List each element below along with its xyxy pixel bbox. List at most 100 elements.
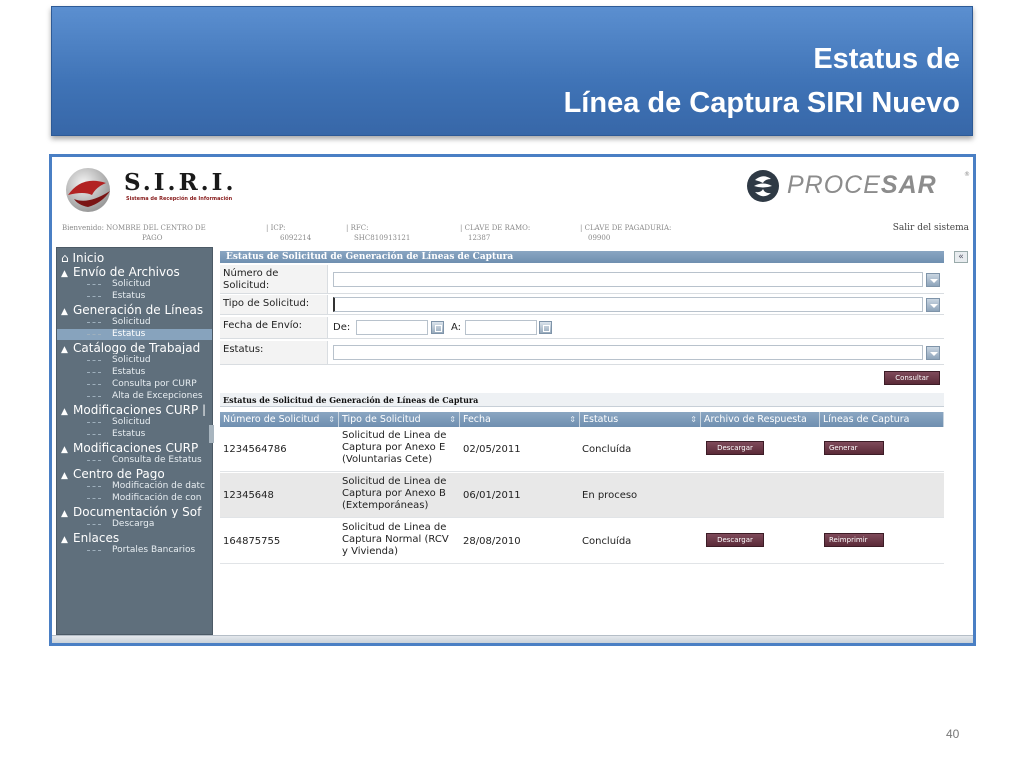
sidebar-scrollbar[interactable]	[209, 425, 214, 443]
calendar-de-icon[interactable]	[431, 321, 444, 334]
tipo-solicitud-row: Tipo de Solicitud:	[220, 295, 944, 315]
tipo-solicitud-dropdown-icon[interactable]	[926, 298, 940, 312]
column-header[interactable]: Fecha ⇕	[460, 412, 580, 427]
sidebar-subitem[interactable]: Solicitud	[57, 279, 212, 290]
welcome-value-line2: PAGO	[142, 234, 163, 242]
expand-triangle-icon: ▲	[61, 509, 68, 518]
search-panel-title: Estatus de Solicitud de Generación de Lí…	[220, 251, 944, 263]
descargar-button[interactable]: Descargar	[706, 533, 764, 547]
sidebar-subitem[interactable]: Modificación de con	[57, 493, 212, 504]
estatus-label: Estatus:	[220, 341, 328, 364]
descargar-button[interactable]: Descargar	[706, 441, 764, 455]
sort-icon[interactable]: ⇕	[690, 412, 697, 427]
sidebar-section[interactable]: ▲ Enlaces	[57, 531, 212, 544]
sidebar-section-label: Enlaces	[73, 531, 120, 544]
sidebar-section-label: Envío de Archivos	[73, 265, 180, 278]
sort-icon[interactable]: ⇕	[328, 412, 335, 427]
welcome-value: NOMBRE DEL CENTRO DE	[106, 224, 206, 232]
sidebar-section[interactable]: ▲ Envío de Archivos	[57, 265, 212, 278]
sidebar-subitem-label: Solicitud	[112, 417, 151, 427]
generar-button[interactable]: Generar	[824, 441, 884, 455]
tree-connector-icon	[87, 360, 101, 361]
tree-connector-icon	[87, 396, 101, 397]
cell-estatus: En proceso	[582, 490, 638, 501]
column-header[interactable]: Archivo de Respuesta	[701, 412, 820, 427]
sidebar-subitem-label: Modificación de datc	[112, 481, 205, 491]
tree-connector-icon	[87, 284, 101, 285]
cell-fecha: 28/08/2010	[463, 536, 521, 547]
tree-connector-icon	[87, 422, 101, 423]
numero-solicitud-row: Número de Solicitud:	[220, 265, 944, 294]
estatus-dropdown-icon[interactable]	[926, 346, 940, 360]
collapse-panel-icon[interactable]: «	[954, 251, 968, 263]
sidebar-section[interactable]: ▲ Documentación y Sof	[57, 505, 212, 518]
tipo-solicitud-input[interactable]	[333, 297, 923, 312]
sidebar-subitem[interactable]: Portales Bancarios	[57, 545, 212, 556]
sidebar-section[interactable]: ▲ Centro de Pago	[57, 467, 212, 480]
fecha-a-input[interactable]	[465, 320, 537, 335]
calendar-a-icon[interactable]	[539, 321, 552, 334]
numero-solicitud-dropdown-icon[interactable]	[926, 273, 940, 287]
sidebar-section-label: Catálogo de Trabajad	[73, 341, 201, 354]
numero-solicitud-input[interactable]	[333, 272, 923, 287]
sidebar-subitem[interactable]: Estatus	[57, 367, 212, 378]
cell-tipo-line3: y Vivienda)	[342, 546, 399, 557]
column-header[interactable]: Número de Solicitud ⇕	[220, 412, 339, 427]
cell-estatus: Concluída	[582, 536, 632, 547]
sidebar-subitem-label: Consulta por CURP	[112, 379, 197, 389]
column-header-label: Líneas de Captura	[823, 414, 910, 425]
column-header-label: Fecha	[463, 414, 491, 425]
numero-solicitud-label: Número de Solicitud:	[220, 265, 328, 293]
logout-link[interactable]: Salir del sistema	[893, 223, 969, 233]
sidebar-section[interactable]: ▲ Modificaciones CURP	[57, 441, 212, 454]
cell-numero: 1234564786	[223, 444, 287, 455]
reimprimir-button[interactable]: Reimprimir	[824, 533, 884, 547]
cell-tipo-line1: Solicitud de Linea de	[342, 522, 447, 533]
icp-info: | ICP: 6092214	[266, 224, 312, 242]
tree-connector-icon	[87, 334, 101, 335]
sidebar-subitem-label: Consulta de Estatus	[112, 455, 202, 465]
sidebar-subitem[interactable]: Consulta de Estatus	[57, 455, 212, 466]
expand-triangle-icon: ▲	[61, 407, 68, 416]
cell-tipo-line2: Captura Normal (RCV	[342, 534, 449, 545]
rfc-value: SHC810913121	[354, 234, 411, 242]
consultar-button[interactable]: Consultar	[884, 371, 940, 385]
sidebar-subitem-label: Solicitud	[112, 355, 151, 365]
sidebar-subitem[interactable]: Estatus	[57, 291, 212, 302]
expand-triangle-icon: ▲	[61, 269, 68, 278]
tree-connector-icon	[87, 384, 101, 385]
sidebar-subitem[interactable]: Consulta por CURP	[57, 379, 212, 390]
fecha-de-input[interactable]	[356, 320, 428, 335]
sort-icon[interactable]: ⇕	[449, 412, 456, 427]
sort-icon[interactable]: ⇕	[569, 412, 576, 427]
column-header-label: Archivo de Respuesta	[704, 414, 807, 425]
sidebar-subitem-label: Modificación de con	[112, 493, 202, 503]
estatus-input[interactable]	[333, 345, 923, 360]
column-header[interactable]: Estatus ⇕	[580, 412, 701, 427]
sidebar-subitem[interactable]: Solicitud	[57, 317, 212, 328]
tree-connector-icon	[87, 550, 101, 551]
sidebar-subitem[interactable]: Modificación de datc	[57, 481, 212, 492]
sidebar-item-inicio[interactable]: ⌂ Inicio	[57, 251, 212, 265]
column-header[interactable]: Tipo de Solicitud ⇕	[339, 412, 460, 427]
sidebar-section[interactable]: ▲ Modificaciones CURP |	[57, 403, 212, 416]
welcome-label: Bienvenido:	[62, 224, 104, 232]
sidebar-subitem[interactable]: Descarga	[57, 519, 212, 530]
cell-tipo-line1: Solicitud de Linea de	[342, 430, 447, 441]
results-title: Estatus de Solicitud de Generación de Lí…	[220, 393, 944, 407]
sidebar-item-label: Inicio	[72, 251, 105, 265]
sidebar-subitem[interactable]: Alta de Excepciones	[57, 391, 212, 402]
sidebar-subitem[interactable]: Estatus	[57, 429, 212, 440]
sidebar-subitem[interactable]: Solicitud	[57, 417, 212, 428]
cell-tipo-line2: Captura por Anexo E	[342, 442, 446, 453]
sidebar-section[interactable]: ▲ Catálogo de Trabajad	[57, 341, 212, 354]
sidebar-subitem[interactable]: Estatus	[57, 329, 212, 340]
cell-tipo-line2: Captura por Anexo B	[342, 488, 446, 499]
tree-connector-icon	[87, 460, 101, 461]
results-header: Número de Solicitud ⇕ Tipo de Solicitud ⇕ Fe…	[220, 412, 944, 427]
column-header[interactable]: Líneas de Captura	[820, 412, 944, 427]
sidebar-subitem[interactable]: Solicitud	[57, 355, 212, 366]
sidebar-section[interactable]: ▲ Generación de Líneas	[57, 303, 212, 316]
column-header-label: Número de Solicitud	[223, 414, 320, 425]
sidebar-subitem-label: Descarga	[112, 519, 155, 529]
